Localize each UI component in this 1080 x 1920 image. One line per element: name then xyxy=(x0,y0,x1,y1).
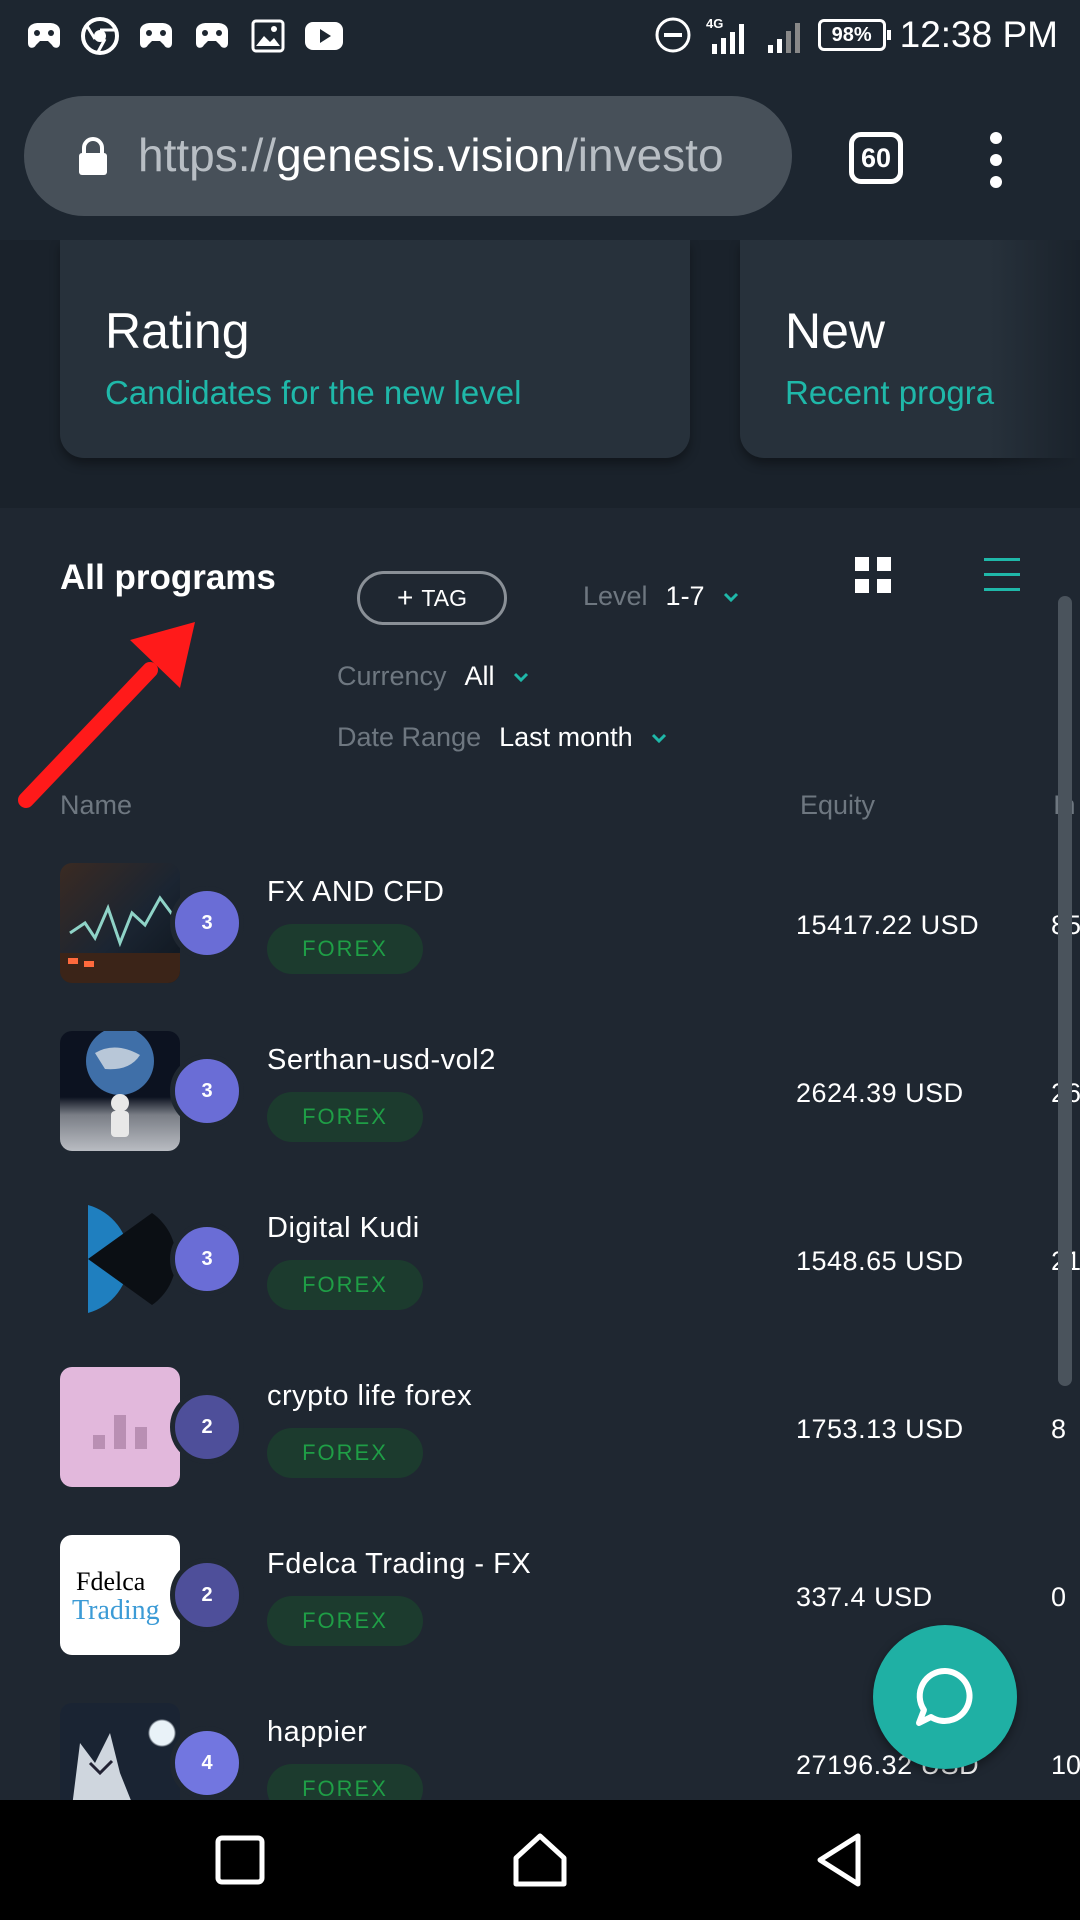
system-nav-bar xyxy=(0,1800,1080,1920)
notification-icons xyxy=(24,16,344,56)
add-tag-button[interactable]: + TAG xyxy=(357,571,507,625)
url-path: /investo xyxy=(565,129,724,181)
image-icon xyxy=(248,16,288,56)
chevron-down-icon xyxy=(651,733,666,743)
tag-badge: FOREX xyxy=(267,1764,423,1800)
equity-value: 1548.65 USD xyxy=(796,1246,964,1276)
status-bar: 4G 98% 12:38 PM xyxy=(0,0,1080,74)
tag-badge: FOREX xyxy=(267,1596,423,1646)
investors-value: 0 xyxy=(1051,1582,1067,1612)
lock-icon xyxy=(79,137,107,175)
card-subtitle: Candidates for the new level xyxy=(105,374,522,411)
list-view-icon[interactable] xyxy=(982,555,1022,595)
tag-badge: FOREX xyxy=(267,924,423,974)
chat-bubble-icon xyxy=(916,1667,973,1726)
column-header-name[interactable]: Name xyxy=(60,790,132,821)
card-title: New xyxy=(785,303,886,359)
program-avatar xyxy=(60,1031,180,1151)
chrome-icon xyxy=(80,16,120,56)
back-icon[interactable] xyxy=(810,1830,870,1890)
rating-card[interactable]: Rating Candidates for the new level xyxy=(60,240,690,458)
featured-cards: Rating Candidates for the new level New … xyxy=(0,240,1080,508)
currency-value: All xyxy=(464,661,495,691)
date-range-label: Date Range xyxy=(337,722,482,752)
level-value: 1-7 xyxy=(665,581,705,611)
chat-button[interactable] xyxy=(873,1625,1017,1769)
tag-badge: FOREX xyxy=(267,1260,423,1310)
level-label: Level xyxy=(583,581,648,611)
game-controller-icon xyxy=(192,16,232,56)
program-name[interactable]: happier xyxy=(267,1716,367,1749)
level-badge: 2 xyxy=(170,1390,244,1464)
program-avatar xyxy=(60,1199,180,1319)
signal-4g-icon: 4G xyxy=(706,16,744,54)
chevron-down-icon xyxy=(723,592,738,602)
url-text: https://genesis.vision/investo xyxy=(138,128,724,182)
tag-badge: FOREX xyxy=(267,1428,423,1478)
scrollbar[interactable] xyxy=(1058,596,1072,1386)
address-bar[interactable]: https://genesis.vision/investo xyxy=(24,96,792,216)
level-badge: 3 xyxy=(170,1222,244,1296)
do-not-disturb-icon xyxy=(655,17,691,53)
program-name[interactable]: Serthan-usd-vol2 xyxy=(267,1044,496,1077)
tab-switcher-button[interactable]: 60 xyxy=(849,132,903,184)
url-host: genesis.vision xyxy=(276,129,566,181)
table-row[interactable]: 3 FX AND CFD FOREX 15417.22 USD 85 xyxy=(0,850,1080,1018)
program-name[interactable]: crypto life forex xyxy=(267,1380,472,1413)
equity-value: 2624.39 USD xyxy=(796,1078,964,1108)
tag-badge: FOREX xyxy=(267,1092,423,1142)
clock: 12:38 PM xyxy=(899,14,1058,55)
home-icon[interactable] xyxy=(510,1830,570,1890)
table-row[interactable]: 2 crypto life forex FOREX 1753.13 USD 8 xyxy=(0,1354,1080,1522)
level-badge: 3 xyxy=(170,1054,244,1128)
red-arrow-annotation xyxy=(18,622,195,808)
fdelca-logo-line1: Fdelca xyxy=(76,1567,146,1596)
card-title: Rating xyxy=(105,303,250,359)
equity-value: 1753.13 USD xyxy=(796,1414,964,1444)
program-name[interactable]: Fdelca Trading - FX xyxy=(267,1548,531,1581)
table-row[interactable]: 3 Serthan-usd-vol2 FOREX 2624.39 USD 26 xyxy=(0,1018,1080,1186)
program-avatar: Fdelca Trading xyxy=(60,1535,180,1655)
browser-toolbar: https://genesis.vision/investo 60 xyxy=(0,74,1080,240)
game-controller-icon xyxy=(136,16,176,56)
more-options-icon[interactable] xyxy=(986,130,1006,190)
column-header-equity[interactable]: Equity xyxy=(800,790,875,821)
date-range-value: Last month xyxy=(499,722,633,752)
date-range-filter[interactable]: Date Range Last month xyxy=(337,722,667,753)
investors-value: 10 xyxy=(1051,1750,1080,1780)
level-filter[interactable]: Level 1-7 xyxy=(583,581,739,612)
chevron-down-icon xyxy=(513,672,528,682)
equity-value: 337.4 USD xyxy=(796,1582,933,1612)
battery-indicator: 98% xyxy=(817,19,891,51)
program-avatar xyxy=(60,1367,180,1487)
fdelca-logo-line2: Trading xyxy=(72,1595,160,1626)
signal-icon xyxy=(767,23,800,53)
recent-apps-icon[interactable] xyxy=(210,1830,270,1890)
game-controller-icon xyxy=(24,16,64,56)
youtube-icon xyxy=(304,16,344,56)
url-scheme: https:// xyxy=(138,129,277,181)
equity-value: 15417.22 USD xyxy=(796,910,980,940)
currency-filter[interactable]: Currency All xyxy=(337,661,529,692)
level-badge: 2 xyxy=(170,1558,244,1632)
level-badge: 4 xyxy=(170,1726,244,1800)
level-badge: 3 xyxy=(170,886,244,960)
system-status: 4G 98% 12:38 PM xyxy=(654,14,1058,56)
scroll-fade xyxy=(990,240,1080,508)
card-subtitle: Recent progra xyxy=(785,374,995,411)
table-row[interactable]: 3 Digital Kudi FOREX 1548.65 USD 21 xyxy=(0,1186,1080,1354)
grid-view-icon[interactable] xyxy=(853,555,893,595)
tag-button-label: TAG xyxy=(421,584,467,611)
currency-label: Currency xyxy=(337,661,447,691)
plus-icon: + xyxy=(397,582,414,613)
section-title: All programs xyxy=(60,558,276,597)
program-name[interactable]: Digital Kudi xyxy=(267,1212,420,1245)
investors-value: 8 xyxy=(1051,1414,1067,1444)
program-avatar xyxy=(60,1703,180,1800)
program-avatar xyxy=(60,863,180,983)
program-name[interactable]: FX AND CFD xyxy=(267,876,444,909)
svg-text:4G: 4G xyxy=(706,16,723,31)
